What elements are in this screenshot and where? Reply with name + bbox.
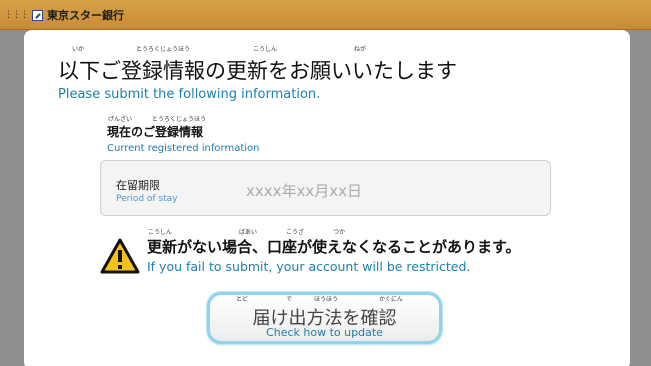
- title-furigana: こうしん: [253, 46, 278, 53]
- button-furigana: で: [286, 296, 293, 303]
- warning-furigana: こうしん: [148, 229, 173, 236]
- button-furigana: かくにん: [379, 296, 404, 303]
- check-how-to-update-button[interactable]: とど で ほうほう かくにん 届け出方法を確認 Check how to upd…: [207, 292, 442, 344]
- button-label-english: Check how to update: [266, 326, 383, 339]
- page-title: 以下ご登録情報の更新をお願いいたします: [58, 59, 457, 83]
- button-furigana: ほうほう: [314, 296, 339, 303]
- warning-furigana: つか: [333, 229, 346, 236]
- title-furigana: いか: [72, 46, 85, 53]
- info-value: xxxx年xx月xx日: [246, 182, 363, 200]
- top-bar: ⋮⋮⋮ 東京スター銀行: [0, 0, 651, 30]
- info-label: 在留期限: [116, 179, 160, 192]
- warning-furigana: ばあい: [239, 229, 258, 236]
- registered-info-box: 在留期限 Period of stay xxxx年xx月xx日: [100, 160, 551, 216]
- title-furigana: とうろくじょうほう: [136, 46, 191, 53]
- warning-icon: [100, 238, 140, 274]
- warning-text-english: If you fail to submit, your account will…: [147, 259, 471, 274]
- brand: ⋮⋮⋮ 東京スター銀行: [4, 6, 124, 24]
- section-furigana: げんざい: [108, 116, 133, 123]
- brand-name: 東京スター銀行: [47, 9, 124, 22]
- title-furigana: ねが: [354, 46, 367, 53]
- menu-grid-icon: ⋮⋮⋮: [4, 10, 29, 20]
- button-furigana: とど: [236, 296, 249, 303]
- notice-card: いか とうろくじょうほう こうしん ねが 以下ご登録情報の更新をお願いいたします…: [24, 30, 630, 366]
- warning-furigana: こうざ: [286, 229, 305, 236]
- section-label-english: Current registered information: [107, 143, 260, 154]
- section-label: 現在のご登録情報: [107, 125, 204, 139]
- bank-logo-icon: [32, 9, 43, 21]
- section-furigana: とうろくじょうほう: [152, 116, 207, 123]
- page-title-english: Please submit the following information.: [58, 87, 321, 102]
- warning-text: 更新がない場合、口座が使えなくなることがあります。: [147, 238, 521, 256]
- info-label-english: Period of stay: [116, 194, 178, 204]
